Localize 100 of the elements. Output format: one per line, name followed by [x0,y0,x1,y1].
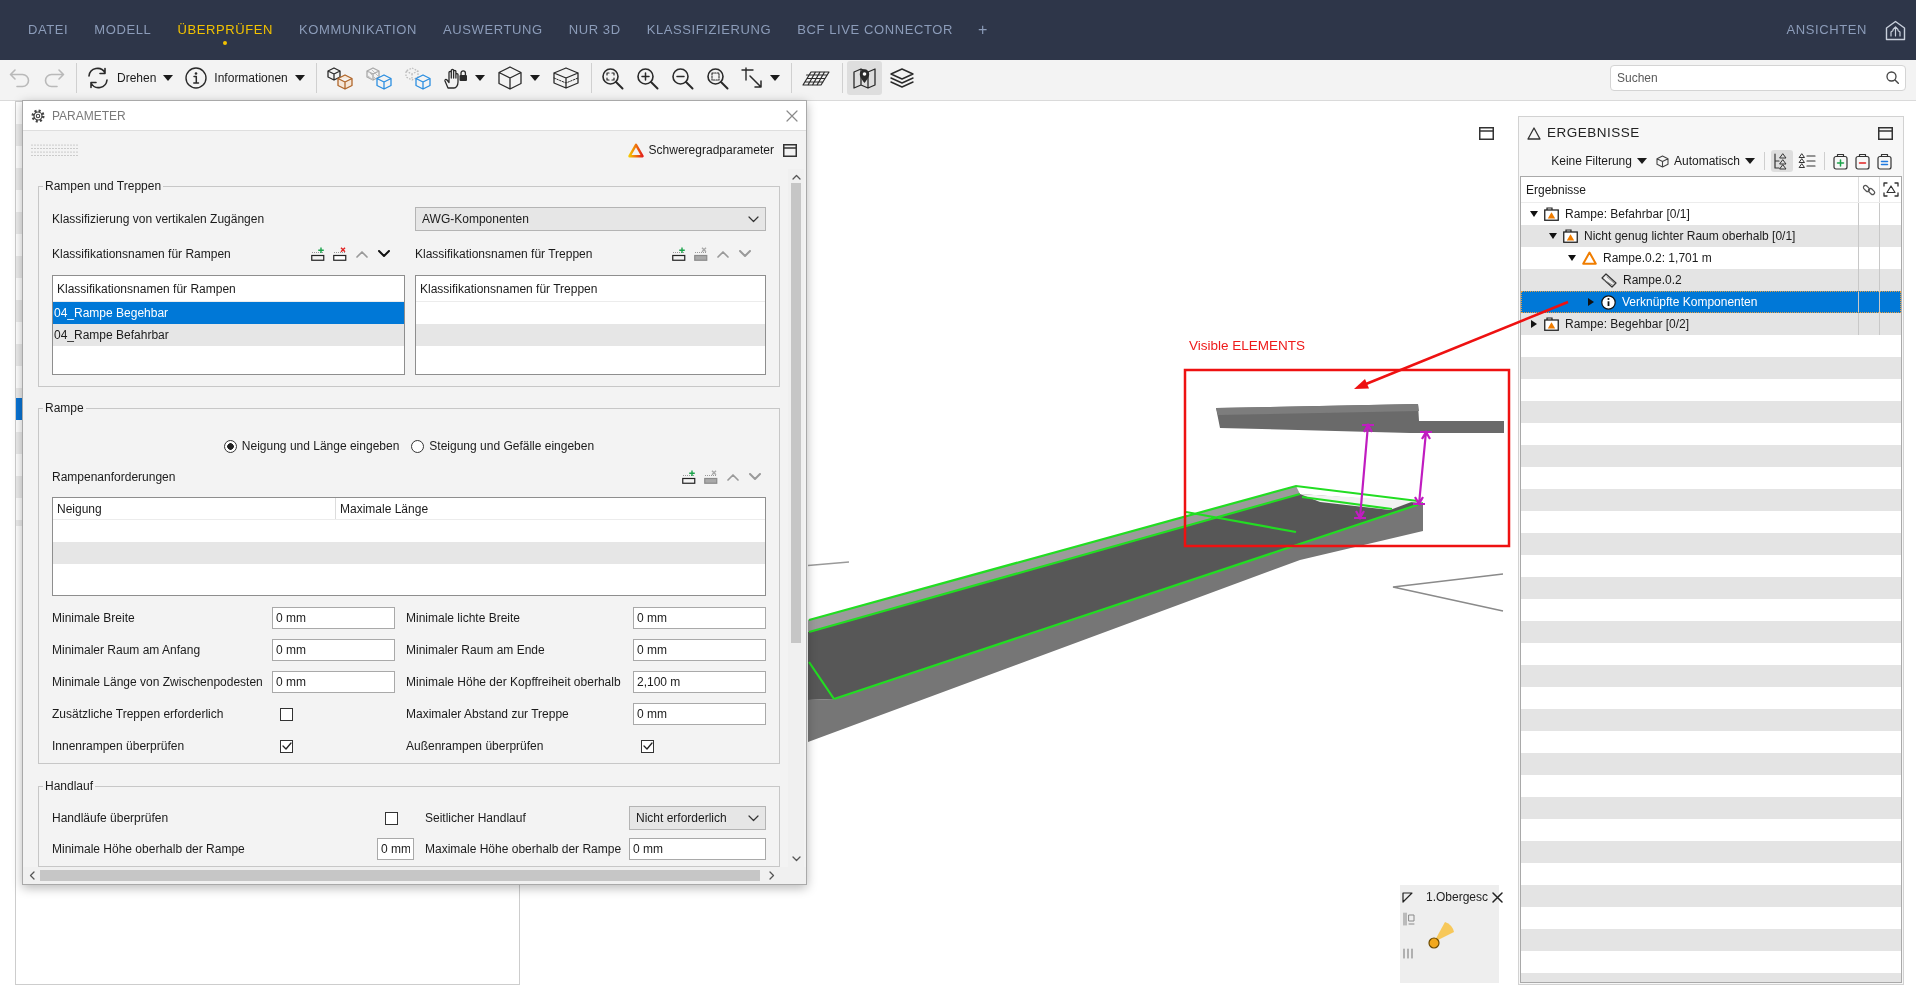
warning-triangle-icon [1582,251,1597,265]
level-label: 1.Obergesc [1426,889,1489,906]
chevron-down-icon [739,250,751,258]
radio-option[interactable]: Neigung und Länge eingeben [223,437,400,455]
radio-button[interactable] [223,439,237,453]
bars-icon [1403,948,1413,959]
views-button[interactable]: ANSICHTEN [1780,0,1873,60]
input-field[interactable]: 0 mm [377,838,414,860]
chevron-up-icon [717,250,729,258]
remove-row-icon [703,470,719,484]
menu-tab[interactable]: AUSWERTUNG [430,0,556,60]
field-label: Handläufe überprüfen [52,810,170,827]
chevron-down-icon [748,814,759,822]
input-field[interactable]: 0 mm [629,838,766,860]
chevron-up-icon [727,473,739,481]
list-view-icon [1798,153,1816,169]
list-action-button[interactable] [670,245,688,263]
field-label: Außenrampen überprüfen [405,738,545,755]
field-label: Maximaler Abstand zur Treppe [405,706,570,723]
input-field[interactable]: 0 mm [633,607,766,629]
dropdown[interactable]: Nicht erforderlich [629,806,766,830]
filter-dropdown[interactable]: Keine Filterung [1548,150,1650,172]
input-field[interactable]: 0 mm [633,703,766,725]
field-label: Minimale Länge von Zwischenpodesten [52,674,264,691]
tree-row[interactable]: Nicht genug lichter Raum oberhalb [0/1] [1521,225,1901,247]
group-title: Rampe [44,401,85,415]
clipboard-minus-icon [1855,152,1870,170]
wireframe-lines [807,561,850,567]
tree-row[interactable]: Rampe.0.2: 1,701 m [1521,247,1901,269]
toolbar-dropdown[interactable]: Informationen [180,61,310,95]
box-frame-icon [551,66,580,90]
menu-tab[interactable]: BCF LIVE CONNECTOR [784,0,966,60]
mode-dropdown[interactable]: Automatisch [1652,150,1758,172]
toolbar-dropdown[interactable]: Drehen [81,61,179,95]
checkbox[interactable] [280,707,293,721]
radio-option[interactable]: Steigung und Gefälle eingeben [411,437,595,455]
menu-tab[interactable]: DATEI [15,0,82,60]
input-field[interactable]: 0 mm [272,607,395,629]
add-tab-button[interactable]: + [966,0,1000,60]
radio-button[interactable] [411,439,425,453]
chevron-down-icon [748,215,759,223]
checkmark-icon [642,742,653,750]
menu-tab[interactable]: MODELL [81,0,165,60]
search-field[interactable]: Suchen [1610,65,1906,91]
focus-frame-icon [1882,182,1899,197]
input-field[interactable]: 2,100 m [633,671,766,693]
active-dot-icon [223,41,228,45]
checkbox[interactable] [641,739,654,753]
menu-tab[interactable]: KOMMUNIKATION [285,0,431,60]
annotation-label: Visible ELEMENTS [1189,338,1306,353]
info-icon [185,67,208,89]
slab-icon [1601,272,1617,288]
house-icon [1885,19,1906,41]
warning-icon [627,142,644,158]
input-field[interactable]: 0 mm [272,671,395,693]
checkbox[interactable] [280,739,293,753]
undo-icon [9,68,31,88]
cubes-icon [364,66,392,90]
menu-tab[interactable]: NUR 3D [555,0,634,60]
list-action-button[interactable] [680,468,698,486]
field-label: Minimale Breite [52,610,136,627]
field-label: Minimale Höhe oberhalb der Rampe [52,841,246,858]
maximize-button[interactable] [1878,126,1893,140]
toolbar-button[interactable] [846,61,882,95]
tree-row[interactable]: Verknüpfte Komponenten [1521,291,1901,313]
settings-icon [31,108,45,123]
table-label: Rampenanforderungen [52,469,176,486]
view-toggle-button[interactable] [1771,150,1793,172]
severity-parameters-button[interactable]: Schweregradparameter [627,141,774,159]
caret-down-icon [1636,158,1647,164]
column-header: Ergebnisse [1525,182,1588,199]
scrollbar-thumb[interactable] [791,183,801,643]
tree-row[interactable]: Rampe: Begehbar [0/2] [1521,313,1901,335]
hand-lock-icon [442,67,468,89]
caret-down-icon [769,75,780,81]
scrollbar-thumb[interactable] [40,870,760,881]
field-label: Seitlicher Handlauf [424,810,527,827]
column-header: Maximale Länge [339,501,429,518]
close-button[interactable] [1492,891,1504,903]
remove-row-icon [693,247,709,261]
maximize-button[interactable] [1479,127,1494,140]
panel-title: ERGEBNISSE [1547,123,1640,142]
input-field[interactable]: 0 mm [272,639,395,661]
scrollbar[interactable] [23,867,806,884]
clipboard-plus-icon [1833,152,1848,170]
menu-tab[interactable]: ÜBERPRÜFEN [164,0,286,60]
maximize-button[interactable] [783,143,797,157]
caret-down-icon [294,75,305,81]
info-icon [1601,294,1616,310]
input-field[interactable]: 0 mm [633,639,766,661]
home-button[interactable] [1885,19,1906,41]
field-label: Minimaler Raum am Anfang [52,642,202,659]
triangle-icon [1527,126,1541,140]
chevron-down-icon [749,473,761,481]
menu-tab[interactable]: KLASSIFIZIERUNG [633,0,785,60]
link-icon [1862,182,1876,197]
tree-row[interactable]: Rampe: Befahrbar [0/1] [1521,203,1901,225]
cube-icon [496,66,523,90]
cube-icon [1655,154,1669,168]
checkbox[interactable] [385,811,398,825]
